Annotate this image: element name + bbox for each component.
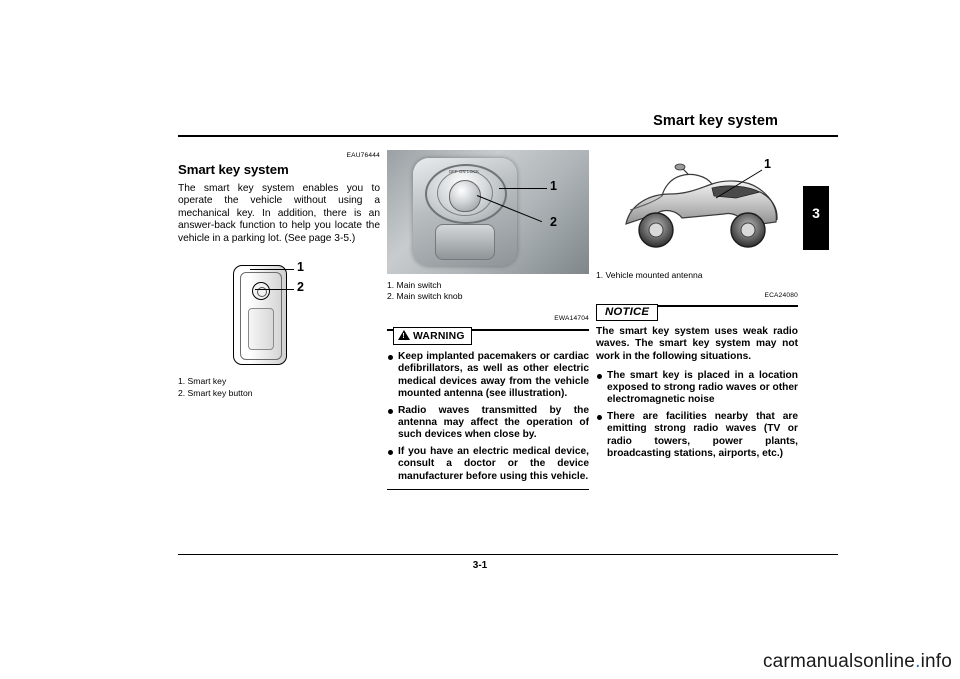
notice-box: NOTICE The smart key system uses weak ra…	[596, 304, 798, 461]
figure-caption-line-2: 2. Main switch knob	[387, 291, 463, 302]
list-item: If you have an electric medical device, …	[387, 446, 589, 483]
notice-code: ECA24080	[764, 292, 798, 300]
column-right: 1 1. Vehicle mounted antenna ECA24080 NO…	[596, 150, 798, 464]
column-center: OFF ON LOCK 1 2 1. Main switch 2. Main s…	[387, 150, 589, 491]
callout-leader-1	[250, 269, 294, 271]
section-heading: Smart key system	[178, 162, 289, 178]
scooter-illustration	[625, 163, 778, 248]
main-switch-figure: OFF ON LOCK 1 2	[387, 150, 589, 274]
warning-bullet-list: Keep implanted pacemakers or cardiac def…	[387, 351, 589, 483]
notice-label: NOTICE	[596, 304, 659, 321]
smart-key-panel-graphic	[248, 308, 274, 351]
figure-caption-line-1: 1. Vehicle mounted antenna	[596, 270, 703, 280]
warning-bottom-rule	[387, 489, 589, 491]
page-number: 3-1	[472, 560, 488, 571]
section-paragraph: The smart key system enables you to oper…	[178, 182, 380, 244]
callout-leader-2	[255, 289, 294, 291]
callout-number-2: 2	[297, 280, 304, 295]
callout-number-2: 2	[550, 215, 557, 229]
section-code-1: EAU76444	[346, 152, 380, 159]
manual-page: Smart key system 3 EAU76444 Smart key sy…	[0, 0, 960, 679]
footer-divider	[178, 554, 838, 556]
header-divider	[178, 135, 838, 137]
figure-caption-line-2: 2. Smart key button	[178, 387, 253, 398]
warning-badge: WARNING	[393, 326, 472, 346]
warning-box: WARNING Keep implanted pacemakers or car…	[387, 326, 589, 491]
callout-number-1: 1	[297, 260, 304, 275]
list-item: There are facilities nearby that are emi…	[596, 411, 798, 461]
warning-label: WARNING	[413, 330, 465, 342]
list-item: The smart key is placed in a location ex…	[596, 370, 798, 407]
smart-key-figure: 1 2	[178, 255, 380, 370]
watermark: carmanualsonline.info	[762, 651, 952, 672]
chapter-number: 3	[812, 205, 820, 221]
list-item: Keep implanted pacemakers or cardiac def…	[387, 351, 589, 401]
list-item: Radio waves transmitted by the antenna m…	[387, 405, 589, 442]
column-left: EAU76444 Smart key system The smart key …	[178, 150, 380, 399]
main-switch-dial-text: OFF ON LOCK	[448, 169, 480, 174]
smart-key-body	[233, 265, 287, 366]
vehicle-antenna-figure: 1	[596, 158, 798, 266]
warning-triangle-icon	[398, 329, 410, 343]
figure-caption-line-1: 1. Smart key	[178, 376, 227, 387]
notice-bullet-list: The smart key is placed in a location ex…	[596, 370, 798, 461]
page-header-title: Smart key system	[653, 113, 778, 129]
figure-caption-line-1: 1. Main switch	[387, 280, 442, 290]
callout-number-1: 1	[550, 179, 557, 193]
notice-intro-text: The smart key system uses weak radio wav…	[596, 325, 798, 362]
main-switch-lower-housing	[435, 224, 495, 260]
callout-number-1: 1	[764, 157, 771, 171]
callout-leader-1	[499, 188, 547, 189]
warning-code: EWA14704	[554, 314, 589, 322]
